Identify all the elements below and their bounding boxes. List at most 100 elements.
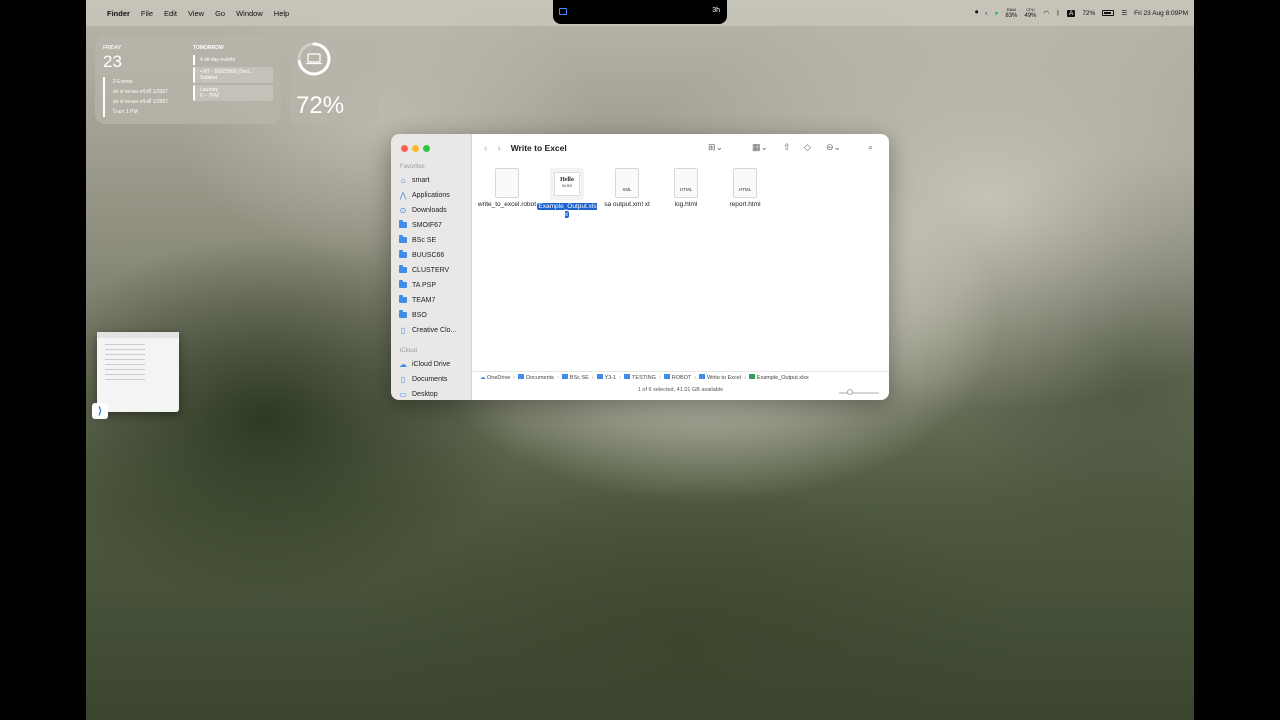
forward-icon[interactable]: ›	[497, 143, 500, 154]
sidebar-item-documents[interactable]: ▯ Documents	[399, 373, 448, 385]
battery-icon[interactable]	[1102, 10, 1115, 16]
folder-icon	[399, 250, 407, 258]
sidebar-item-team7[interactable]: TEAM7	[399, 294, 435, 306]
sidebar-item-desktop[interactable]: ▭ Desktop	[399, 388, 437, 400]
icon-view-icon[interactable]: ⊞⌄	[708, 142, 723, 153]
menu-edit[interactable]: Edit	[164, 9, 177, 18]
file-name: log.html	[674, 201, 698, 208]
share-icon[interactable]: ⇧	[783, 142, 791, 153]
battery-widget[interactable]: 72%	[290, 35, 378, 124]
screen-record-icon	[559, 8, 567, 15]
finder-toolbar: ‹ › Write to Excel ⊞⌄ ▦⌄ ⇧ ◇ ⊖⌄ ⌕	[472, 134, 889, 162]
more-actions-icon[interactable]: ⊖⌄	[826, 142, 841, 153]
notch-timer: 3h	[712, 7, 720, 14]
input-source-icon[interactable]: A	[1066, 9, 1076, 17]
sidebar-item-smoif67[interactable]: SMOIF67	[399, 219, 442, 231]
record-icon[interactable]: ⏺	[975, 9, 978, 17]
vscode-icon[interactable]: ⟩	[92, 403, 108, 419]
calendar-today-number: 23	[103, 52, 122, 71]
folder-icon	[399, 280, 407, 288]
menu-file[interactable]: File	[141, 9, 153, 18]
menu-bar: Finder File Edit View Go Window Help 3h …	[86, 0, 1194, 26]
file-name: report.html	[729, 201, 761, 208]
tag-icon[interactable]: ◇	[804, 142, 811, 153]
file-item[interactable]: HTML log.html	[656, 168, 716, 209]
battery-percent[interactable]: 72%	[1082, 10, 1095, 17]
folder-icon	[399, 220, 407, 228]
sidebar-item-creative-cloud[interactable]: ▯ Creative Clo...	[399, 324, 457, 336]
ram-stat[interactable]: RAM 83%	[1005, 7, 1017, 19]
finder-sidebar: Favorites ⌂ smart ⋀ Applications ⊙ Download…	[391, 134, 472, 400]
file-item[interactable]: HTML report.html	[715, 168, 775, 209]
close-button[interactable]	[401, 145, 408, 152]
sidebar-item-icloud-drive[interactable]: ☁ iCloud Drive	[399, 358, 450, 370]
file-xml-icon: XML	[615, 168, 639, 198]
path-file[interactable]: Example_Output.xlsx	[748, 374, 809, 381]
calendar-tomorrow-label: TOMORROW	[193, 45, 224, 51]
bluetooth-icon[interactable]: ᛒ	[1056, 10, 1060, 17]
menu-help[interactable]: Help	[274, 9, 289, 18]
control-center-icon[interactable]: ☰	[1121, 9, 1127, 17]
cpu-stat[interactable]: CPU 49%	[1024, 7, 1036, 19]
file-name: Example_Output.xlsx	[537, 203, 597, 218]
applications-icon: ⋀	[399, 190, 407, 200]
cloud-icon: ☁	[480, 374, 486, 381]
path-bsc-se[interactable]: BSc SE	[561, 374, 589, 381]
menu-window[interactable]: Window	[236, 9, 263, 18]
minimized-window-preview[interactable]	[97, 332, 179, 412]
calendar-tomorrow-events: 4 all-day events • M7 - 66823966 (Test..…	[193, 55, 273, 103]
calendar-today-label: FRIDAY	[103, 45, 122, 51]
menu-go[interactable]: Go	[215, 9, 225, 18]
sidebar-item-clusterv[interactable]: CLUSTERV	[399, 264, 449, 276]
path-robot[interactable]: ROBOT	[663, 374, 691, 381]
calendar-widget[interactable]: FRIDAY 23 2 Events ส่ง ค่ายกลอ คร้งที่ 1…	[95, 35, 281, 124]
folder-icon	[399, 295, 407, 303]
path-write-to-excel[interactable]: Write to Excel	[699, 374, 741, 381]
folder-icon	[399, 310, 407, 318]
battery-ring-icon	[297, 42, 331, 76]
desktop: Finder File Edit View Go Window Help 3h …	[86, 0, 1194, 720]
group-icon[interactable]: ▦⌄	[752, 142, 768, 153]
clock[interactable]: Fri 23 Aug 8:09PM	[1134, 10, 1188, 17]
file-item[interactable]: XML sa output.xml xt	[597, 168, 657, 209]
finder-window[interactable]: Favorites ⌂ smart ⋀ Applications ⊙ Download…	[391, 134, 889, 400]
sidebar-item-smart[interactable]: ⌂ smart	[399, 174, 430, 186]
window-controls	[401, 145, 430, 152]
status-menus: ⏺ ‹ ● RAM 83% CPU 49% ◠ ᛒ A 72% ☰ Fri 23 A…	[975, 0, 1188, 26]
sidebar-item-applications[interactable]: ⋀ Applications	[399, 189, 450, 201]
folder-icon	[399, 265, 407, 273]
path-testing[interactable]: TESTING	[624, 374, 656, 381]
menu-view[interactable]: View	[188, 9, 204, 18]
spotify-icon[interactable]: ●	[994, 10, 998, 17]
back-icon[interactable]: ‹	[484, 143, 487, 154]
sidebar-item-bso[interactable]: BSO	[399, 309, 427, 321]
file-item[interactable]: write_to_excel.robot	[477, 168, 537, 209]
icon-size-slider[interactable]	[839, 389, 879, 395]
status-bar: 1 of 6 selected, 41.01 GB available	[637, 387, 724, 393]
sidebar-item-buusc66[interactable]: BUUSC66	[399, 249, 444, 261]
menu-app-finder[interactable]: Finder	[107, 9, 130, 18]
notch-activity[interactable]: 3h	[553, 0, 727, 24]
desktop-icon: ▭	[399, 389, 407, 399]
wifi-icon[interactable]: ◠	[1043, 9, 1049, 17]
file-name: write_to_excel.robot	[477, 201, 537, 208]
file-item-selected[interactable]: Hello XLSX Example_Output.xlsx	[537, 168, 597, 219]
path-onedrive[interactable]: ☁ OneDrive	[480, 375, 510, 381]
file-html-icon: HTML	[674, 168, 698, 198]
path-documents[interactable]: Documents	[518, 374, 554, 381]
path-y3-1[interactable]: Y3-1	[596, 374, 616, 381]
sidebar-item-bsc-se[interactable]: BSc SE	[399, 234, 436, 246]
sidebar-item-downloads[interactable]: ⊙ Downloads	[399, 204, 447, 216]
file-name: sa output.xml xt	[604, 201, 650, 208]
slider-thumb[interactable]	[847, 389, 853, 395]
chevron-left-icon[interactable]: ‹	[985, 10, 987, 17]
search-icon[interactable]: ⌕	[868, 142, 873, 153]
minimize-button[interactable]	[412, 145, 419, 152]
downloads-icon: ⊙	[399, 205, 407, 215]
sidebar-section-favorites: Favorites	[400, 164, 425, 170]
sidebar-item-ta-psp[interactable]: TA PSP	[399, 279, 436, 291]
finder-content: ‹ › Write to Excel ⊞⌄ ▦⌄ ⇧ ◇ ⊖⌄ ⌕ write_…	[472, 134, 889, 400]
sidebar-section-icloud: iCloud	[400, 348, 418, 354]
path-bar: ☁ OneDrive › Documents › BSc SE › Y3-1 › TES…	[472, 371, 889, 383]
zoom-button[interactable]	[423, 145, 430, 152]
